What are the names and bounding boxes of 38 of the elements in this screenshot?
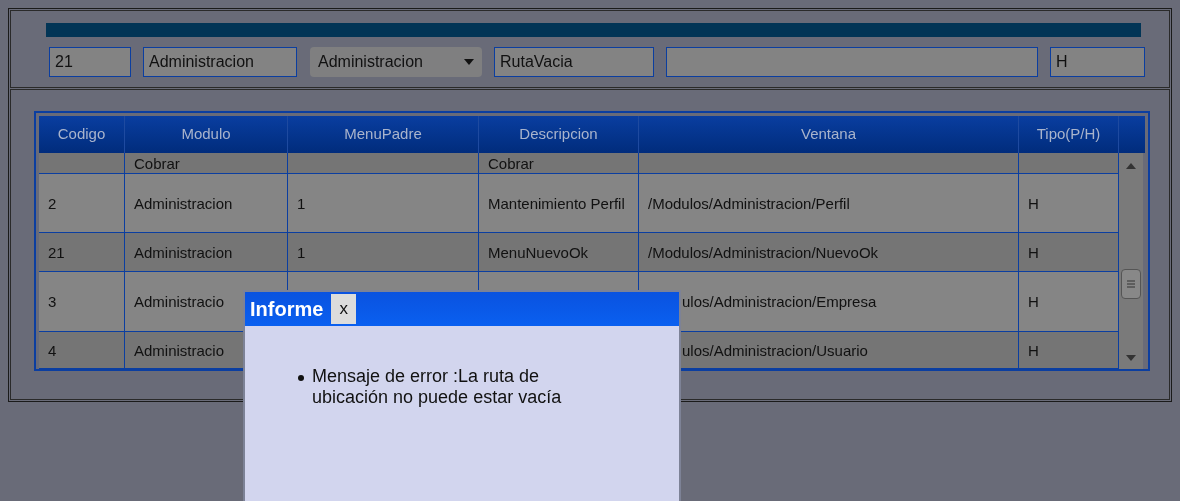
caret-icon	[464, 59, 474, 65]
table-cell: H	[1028, 292, 1039, 311]
table-cell: /Modulos/Administracion/NuevoOk	[648, 242, 879, 262]
table-cell: 2	[48, 193, 57, 213]
table-cell: H	[1028, 193, 1039, 213]
scroll-thumb[interactable]	[1121, 269, 1141, 299]
input-field[interactable]	[666, 47, 1038, 77]
table-cell: Cobrar	[134, 153, 180, 173]
grip-icon	[1127, 280, 1135, 288]
table-cell: Administracion	[134, 242, 233, 262]
table-cell: MenuNuevoOk	[488, 242, 589, 262]
scrollbar[interactable]	[1119, 153, 1143, 369]
input-field[interactable]: H	[1050, 47, 1145, 77]
table-cell: 1	[297, 193, 306, 213]
table-cell: Administracio	[134, 340, 225, 360]
bullet-icon	[298, 375, 304, 381]
table-cell: 21	[48, 242, 65, 262]
table-cell: H	[1028, 242, 1039, 262]
table-cell: Cobrar	[488, 153, 534, 173]
module-dropdown[interactable]: Administracion	[310, 47, 482, 77]
input-field[interactable]: Administracion	[143, 47, 297, 77]
error-message: Mensaje de error :La ruta de ubicación no puede estar vacía	[312, 366, 563, 408]
table-cell: Administracion	[134, 193, 233, 213]
table-cell: 4	[48, 340, 57, 360]
dialog-title: Informe	[250, 297, 324, 322]
table-cell: Mantenimiento Perfil	[488, 193, 625, 213]
input-field[interactable]: 21	[49, 47, 131, 77]
table-cell: /Modulos/Administracion/Perfil	[648, 193, 850, 213]
table-cell: ulos/Administracion/Empresa	[682, 292, 877, 311]
table-cell: 1	[297, 242, 306, 262]
table-cell: H	[1028, 340, 1039, 360]
scroll-down-icon[interactable]	[1126, 355, 1136, 361]
table-cell: Administracio	[134, 292, 225, 311]
close-button[interactable]: x	[331, 294, 357, 324]
input-field[interactable]: RutaVacia	[494, 47, 654, 77]
table-cell: ulos/Administracion/Usuario	[682, 340, 868, 360]
scroll-up-icon[interactable]	[1126, 163, 1136, 169]
table-cell: 3	[48, 292, 57, 311]
